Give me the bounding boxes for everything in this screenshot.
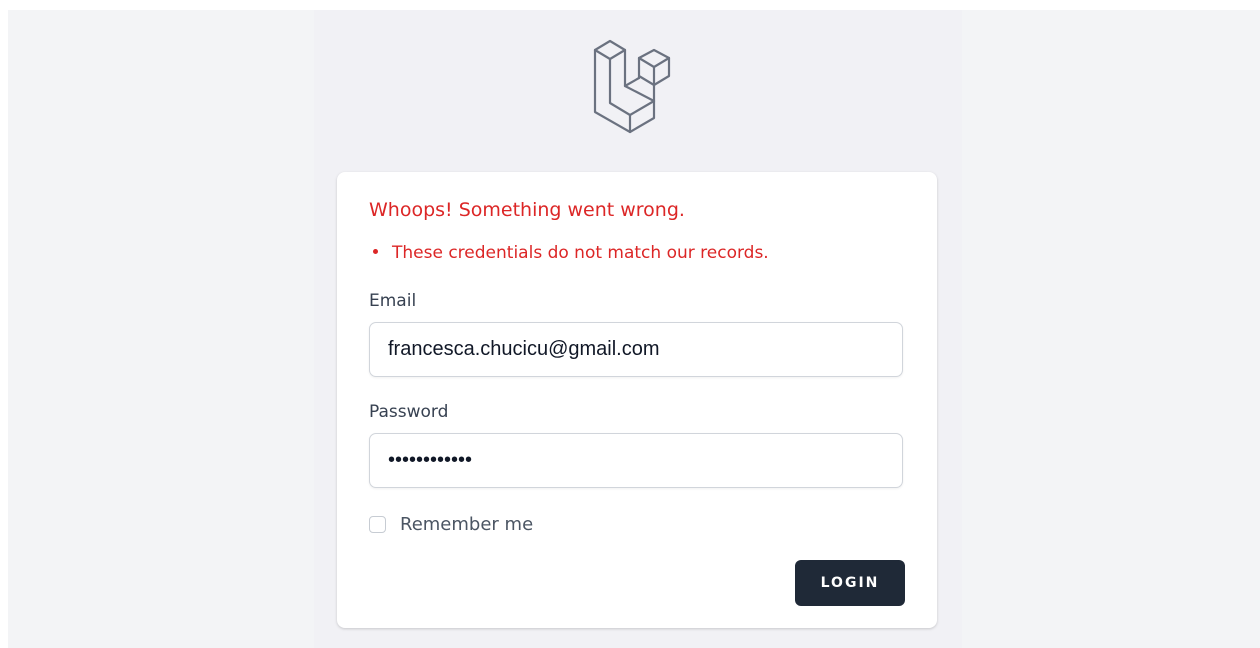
validation-error-title: Whoops! Something went wrong.: [369, 199, 685, 221]
auth-column: Whoops! Something went wrong. These cred…: [314, 10, 962, 648]
validation-error-item: These credentials do not match our recor…: [369, 243, 769, 263]
validation-error-text: These credentials do not match our recor…: [392, 243, 769, 263]
login-card: Whoops! Something went wrong. These cred…: [337, 172, 937, 628]
remember-me-toggle[interactable]: Remember me: [369, 514, 533, 535]
password-field[interactable]: [369, 433, 903, 488]
bullet-icon: [373, 249, 378, 254]
validation-error-list: These credentials do not match our recor…: [369, 243, 769, 263]
laravel-logo-icon: [593, 39, 671, 134]
page-background: Whoops! Something went wrong. These cred…: [8, 10, 1260, 648]
login-button[interactable]: LOGIN: [795, 560, 905, 606]
email-label: Email: [369, 291, 417, 311]
remember-me-label: Remember me: [400, 514, 534, 535]
password-label: Password: [369, 402, 449, 422]
remember-me-checkbox[interactable]: [369, 516, 386, 533]
email-field[interactable]: [369, 322, 903, 377]
